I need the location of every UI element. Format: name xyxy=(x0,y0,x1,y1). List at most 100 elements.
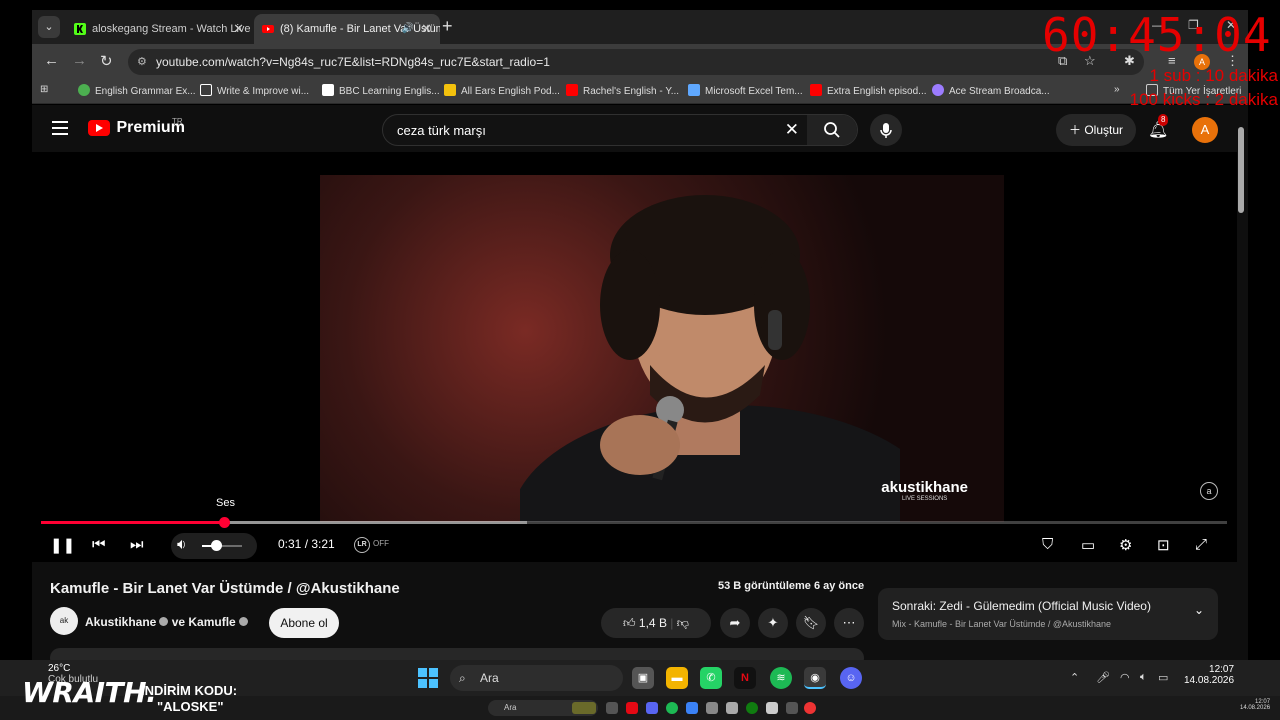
close-icon[interactable]: ✕ xyxy=(421,14,432,44)
volume-handle[interactable] xyxy=(211,540,222,551)
netflix-icon[interactable]: N xyxy=(734,667,756,689)
discord-icon[interactable]: ☺ xyxy=(840,667,862,689)
xbox-icon[interactable] xyxy=(746,702,758,714)
steam-icon[interactable] xyxy=(706,702,718,714)
reload-icon[interactable]: ↻ xyxy=(100,52,113,70)
channel-avatar[interactable]: ak xyxy=(50,607,78,635)
tab-title: aloskegang Stream - Watch Live xyxy=(92,23,251,35)
youtube-play-icon xyxy=(88,120,110,136)
progress-bar[interactable] xyxy=(41,517,1227,528)
search-icon xyxy=(824,122,840,138)
pause-button[interactable]: ❚❚ xyxy=(50,536,75,554)
description-box[interactable] xyxy=(50,648,864,660)
address-bar[interactable]: ⚙ youtube.com/watch?v=Ng84s_ruc7E&list=R… xyxy=(128,49,1144,75)
spotify-icon[interactable] xyxy=(666,702,678,714)
ask-ai-icon[interactable]: ✦ xyxy=(758,608,788,638)
dislike-icon[interactable]: 👎︎ xyxy=(677,616,689,630)
sub-rule-text: 1 sub : 10 dakika xyxy=(1149,66,1278,85)
search-button[interactable] xyxy=(807,115,857,145)
chrome-icon[interactable]: ◉ xyxy=(804,667,826,689)
search-input[interactable]: ceza türk marşı xyxy=(397,123,486,138)
wifi-icon[interactable]: ◠ xyxy=(1120,671,1130,684)
widget-thumbnail[interactable] xyxy=(572,702,596,714)
avatar[interactable]: A xyxy=(1192,117,1218,143)
bookmark-item[interactable]: Ace Stream Broadca... xyxy=(932,84,1050,97)
bookmark-item[interactable]: Microsoft Excel Tem... xyxy=(688,84,803,97)
speaker-icon[interactable]: 🔊 xyxy=(402,14,414,44)
secondary-clock: 12:07 14.08.2026 xyxy=(1240,699,1271,711)
share-icon[interactable]: ➦ xyxy=(720,608,750,638)
taskbar-search[interactable]: ⌕ Ara xyxy=(450,665,623,691)
fullscreen-icon[interactable]: ⤢ xyxy=(1195,536,1207,553)
back-icon[interactable]: ← xyxy=(44,52,59,69)
microphone-icon xyxy=(880,122,892,138)
chevron-down-icon[interactable]: ⌄ xyxy=(1194,603,1204,617)
discount-code: "ALOSKE" xyxy=(157,699,224,714)
netflix-icon[interactable] xyxy=(626,702,638,714)
app-icon[interactable] xyxy=(786,702,798,714)
edge-icon[interactable] xyxy=(686,702,698,714)
volume-icon[interactable]: 🔉︎ xyxy=(177,536,186,553)
create-button[interactable]: ＋ Oluştur xyxy=(1056,114,1136,146)
up-next-card[interactable]: Sonraki: Zedi - Gülemedim (Official Musi… xyxy=(878,588,1218,640)
voice-search-button[interactable] xyxy=(870,114,902,146)
scrubber-handle[interactable] xyxy=(218,517,230,528)
more-bookmarks-icon[interactable]: » xyxy=(1114,84,1120,95)
search-box[interactable]: ceza türk marşı ✕ xyxy=(382,114,858,146)
page-scrollbar[interactable] xyxy=(1238,127,1244,213)
spotify-icon[interactable]: ≋ xyxy=(770,667,792,689)
app-icon[interactable] xyxy=(726,702,738,714)
bookmark-item[interactable]: Write & Improve wi... xyxy=(200,84,309,97)
notifications-button[interactable]: 🔔︎ 8 xyxy=(1148,114,1169,140)
discord-icon[interactable] xyxy=(646,702,658,714)
chrome-icon[interactable] xyxy=(804,702,816,714)
video-player[interactable]: akustikhane LIVE SESSIONS a Ses ❚❚ ⏮︎ ⏭︎… xyxy=(32,152,1237,562)
new-tab-button[interactable]: + xyxy=(442,16,453,37)
bookmark-item[interactable]: BBC Learning Englis... xyxy=(322,84,440,97)
file-explorer-icon[interactable]: ▬ xyxy=(666,667,688,689)
menu-icon[interactable] xyxy=(52,121,68,139)
video-frame[interactable]: akustikhane LIVE SESSIONS xyxy=(320,175,1004,522)
subtitles-icon[interactable]: ▭ xyxy=(1081,536,1095,554)
tab-search-button[interactable]: ⌄ xyxy=(38,16,60,38)
discount-label: İNDİRİM KODU: xyxy=(141,683,238,698)
miniplayer-icon[interactable]: ⊡ xyxy=(1157,536,1170,554)
task-view-icon[interactable] xyxy=(606,702,618,714)
task-view-icon[interactable]: ▣ xyxy=(632,667,654,689)
bookmark-item[interactable]: Extra English episod... xyxy=(810,84,927,97)
youtube-icon xyxy=(262,25,274,33)
previous-button[interactable]: ⏮︎ xyxy=(92,536,106,553)
settings-icon[interactable]: ⚙ xyxy=(1119,536,1132,554)
app-icon[interactable] xyxy=(766,702,778,714)
next-button[interactable]: ⏭︎ xyxy=(130,536,144,553)
whatsapp-icon[interactable]: ✆ xyxy=(700,667,722,689)
microphone-icon[interactable]: 🎤︎ xyxy=(1096,671,1110,684)
clear-icon[interactable]: ✕ xyxy=(785,120,799,140)
close-icon[interactable]: ✕ xyxy=(233,14,244,44)
lr-toggle[interactable]: LR OFF xyxy=(354,537,389,553)
youtube-logo[interactable]: Premium TR xyxy=(88,117,185,137)
tab-kick[interactable]: aloskegang Stream - Watch Live ✕ xyxy=(66,14,252,44)
bookmark-item[interactable]: Rachel's English - Y... xyxy=(566,84,679,97)
more-actions-icon[interactable]: ⋯ xyxy=(834,608,864,638)
site-info-icon[interactable]: ⚙ xyxy=(137,49,147,75)
chevron-up-icon[interactable]: ⌃ xyxy=(1070,671,1079,684)
apps-icon[interactable]: ⊞ xyxy=(40,84,48,95)
volume-icon[interactable]: 🔈︎ xyxy=(1140,671,1147,684)
shield-icon[interactable]: ⛉ xyxy=(1042,536,1053,553)
like-button[interactable]: 👍︎ 1,4 B xyxy=(623,616,667,630)
forward-icon[interactable]: → xyxy=(72,52,87,69)
bookmark-favicon xyxy=(566,84,578,96)
subscribe-button[interactable]: Abone ol xyxy=(269,608,339,638)
bookmark-favicon xyxy=(444,84,456,96)
channel-watermark-icon[interactable]: a xyxy=(1200,482,1218,500)
save-icon[interactable]: 🔖︎ xyxy=(796,608,826,638)
windows-start-icon[interactable] xyxy=(418,668,438,688)
taskbar-clock[interactable]: 12:07 14.08.2026 xyxy=(1184,664,1234,686)
channel-name[interactable]: Akustikhane ve Kamufle xyxy=(85,615,248,629)
battery-icon[interactable]: ▭ xyxy=(1158,671,1168,684)
bookmark-item[interactable]: English Grammar Ex... xyxy=(78,84,196,97)
youtube-page: Premium TR ceza türk marşı ✕ ＋ Oluştur 🔔… xyxy=(32,105,1248,660)
tab-youtube[interactable]: (8) Kamufle - Bir Lanet Var Üstümde 🔊 ✕ xyxy=(254,14,440,44)
bookmark-item[interactable]: All Ears English Pod... xyxy=(444,84,560,97)
